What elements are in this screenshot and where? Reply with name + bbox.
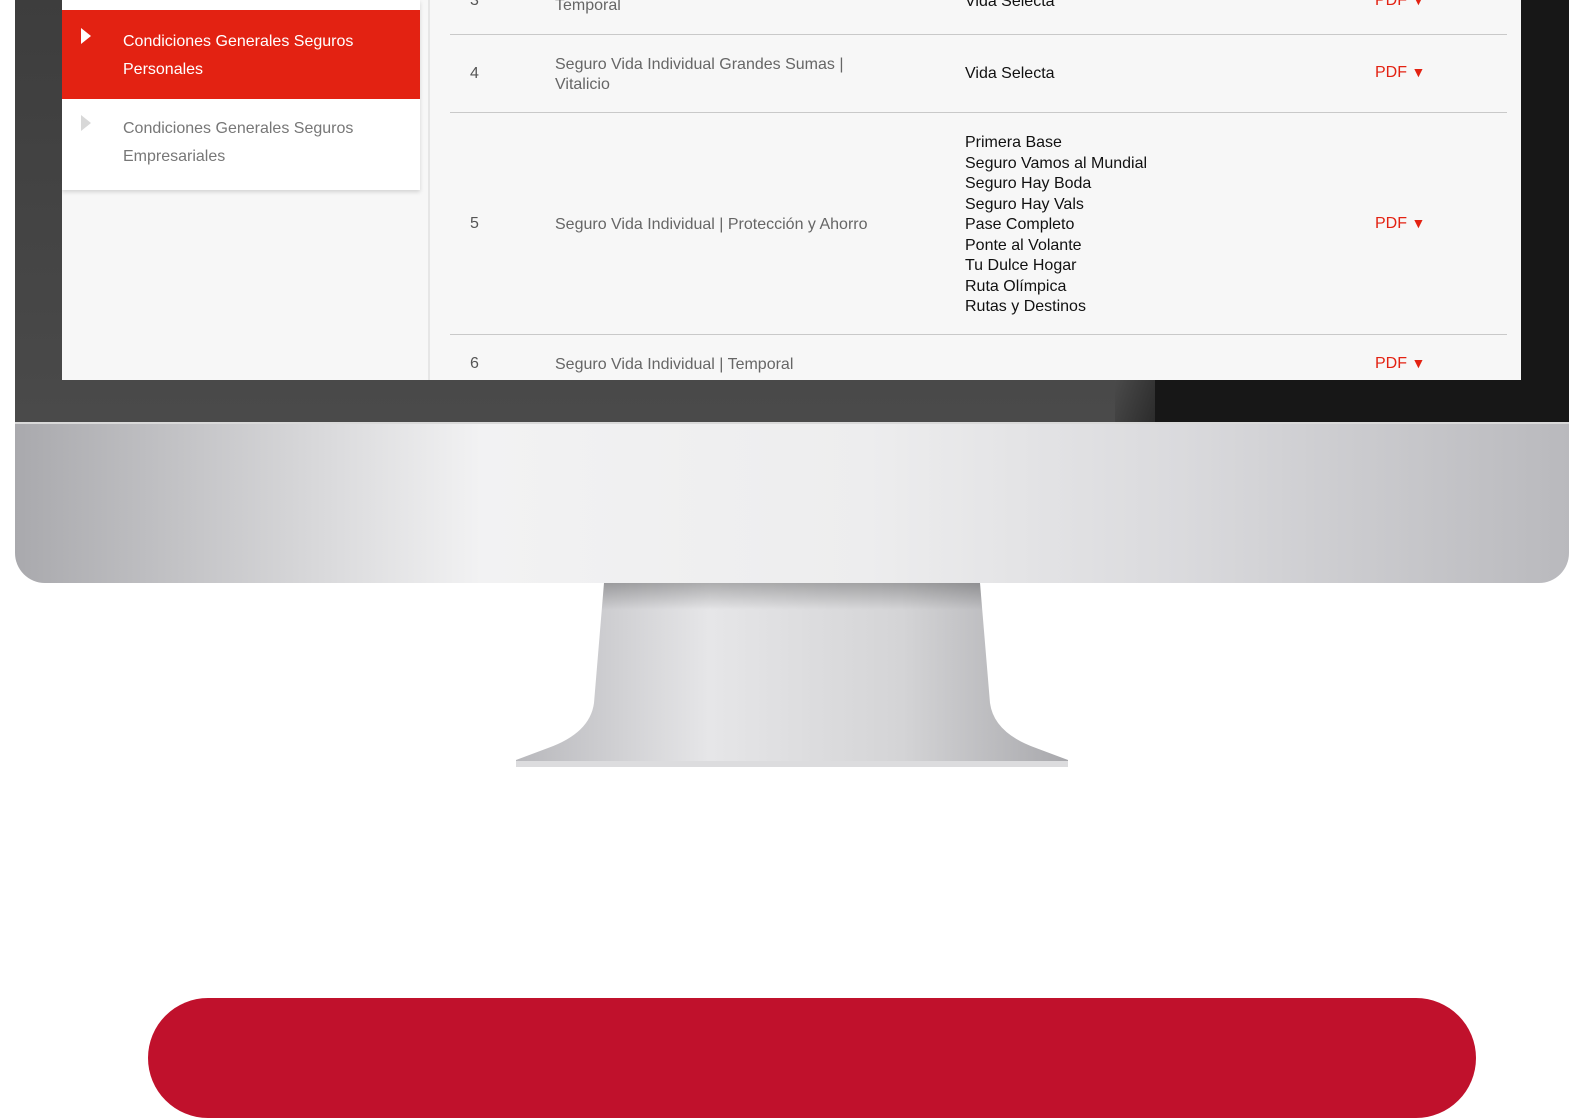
row-plan: Ponte al Volante [965,236,1082,254]
row-product-name: Seguro Vida Individual | Protección y Ah… [555,216,868,233]
row-plan: Tu Dulce Hogar [965,257,1077,274]
table-row: 6 Seguro Vida Individual | Temporal PDF … [450,335,1507,380]
monitor-stand [516,583,1068,767]
sidebar-item-label: Condiciones Generales Seguros [123,120,354,137]
pdf-label: PDF [1375,355,1407,372]
row-plan-list: Primera Base Seguro Vamos al Mundial Seg… [965,133,1147,318]
pdf-label: PDF [1375,64,1407,81]
sidebar-menu: Condiciones Generales Seguros Personales… [62,0,420,190]
sidebar-item-seguros-personales[interactable]: Condiciones Generales Seguros Personales [62,10,420,99]
pdf-link[interactable]: PDF ▼ [1375,355,1425,373]
row-product-name: Seguro Vida Individual | Temporal [555,356,794,373]
sidebar: Condiciones Generales Seguros Personales… [62,0,420,380]
pdf-label: PDF [1375,215,1407,232]
triangle-down-icon: ▼ [1411,215,1426,231]
column-divider [428,0,430,380]
chevron-right-icon [81,115,91,131]
row-number: 4 [470,65,479,82]
row-plan: Vida Selecta [965,0,1055,10]
row-product-name: Temporal [555,0,621,14]
triangle-down-icon: ▼ [1411,64,1426,80]
row-plan: Seguro Hay Boda [965,175,1092,192]
table-row: 5 Seguro Vida Individual | Protección y … [450,113,1507,335]
bottom-banner [148,998,1476,1118]
row-plan: Rutas y Destinos [965,298,1086,315]
pdf-link[interactable]: PDF ▼ [1375,64,1425,82]
row-product-name: Seguro Vida Individual Grandes Sumas | V… [555,55,915,95]
row-plan: Seguro Hay Vals [965,195,1084,213]
triangle-down-icon: ▼ [1411,355,1426,371]
monitor-screen: Condiciones Generales Seguros Personales… [62,0,1521,380]
sidebar-item-seguros-empresariales[interactable]: Condiciones Generales Seguros Empresaria… [62,115,420,179]
conditions-table: 3 Temporal Vida Selecta PDF ▼ 4 Seguro V… [450,0,1507,380]
row-plan: Seguro Vamos al Mundial [965,154,1148,172]
triangle-down-icon: ▼ [1411,0,1426,8]
table-row: 4 Seguro Vida Individual Grandes Sumas |… [450,35,1507,113]
row-number: 6 [470,355,479,372]
chevron-right-icon [81,28,91,44]
sidebar-item-label: Condiciones Generales Seguros [123,33,354,50]
row-product-name-line: Seguro Vida Individual Grandes Sumas | [555,56,844,73]
pdf-link[interactable]: PDF ▼ [1375,215,1425,233]
pdf-label: PDF [1375,0,1407,9]
row-product-name-line: Vitalicio [555,76,610,93]
row-plan: Pase Completo [965,216,1075,233]
sidebar-item-label: Empresariales [123,148,226,165]
row-plan: Ruta Olímpica [965,277,1067,295]
row-number: 3 [470,0,479,9]
row-number: 5 [470,215,479,232]
row-plan: Primera Base [965,134,1062,151]
row-plan: Vida Selecta [965,65,1055,82]
monitor-chin [15,422,1569,583]
table-row: 3 Temporal Vida Selecta PDF ▼ [450,0,1507,35]
pdf-link[interactable]: PDF ▼ [1375,0,1425,10]
sidebar-item-label: Personales [123,61,204,78]
